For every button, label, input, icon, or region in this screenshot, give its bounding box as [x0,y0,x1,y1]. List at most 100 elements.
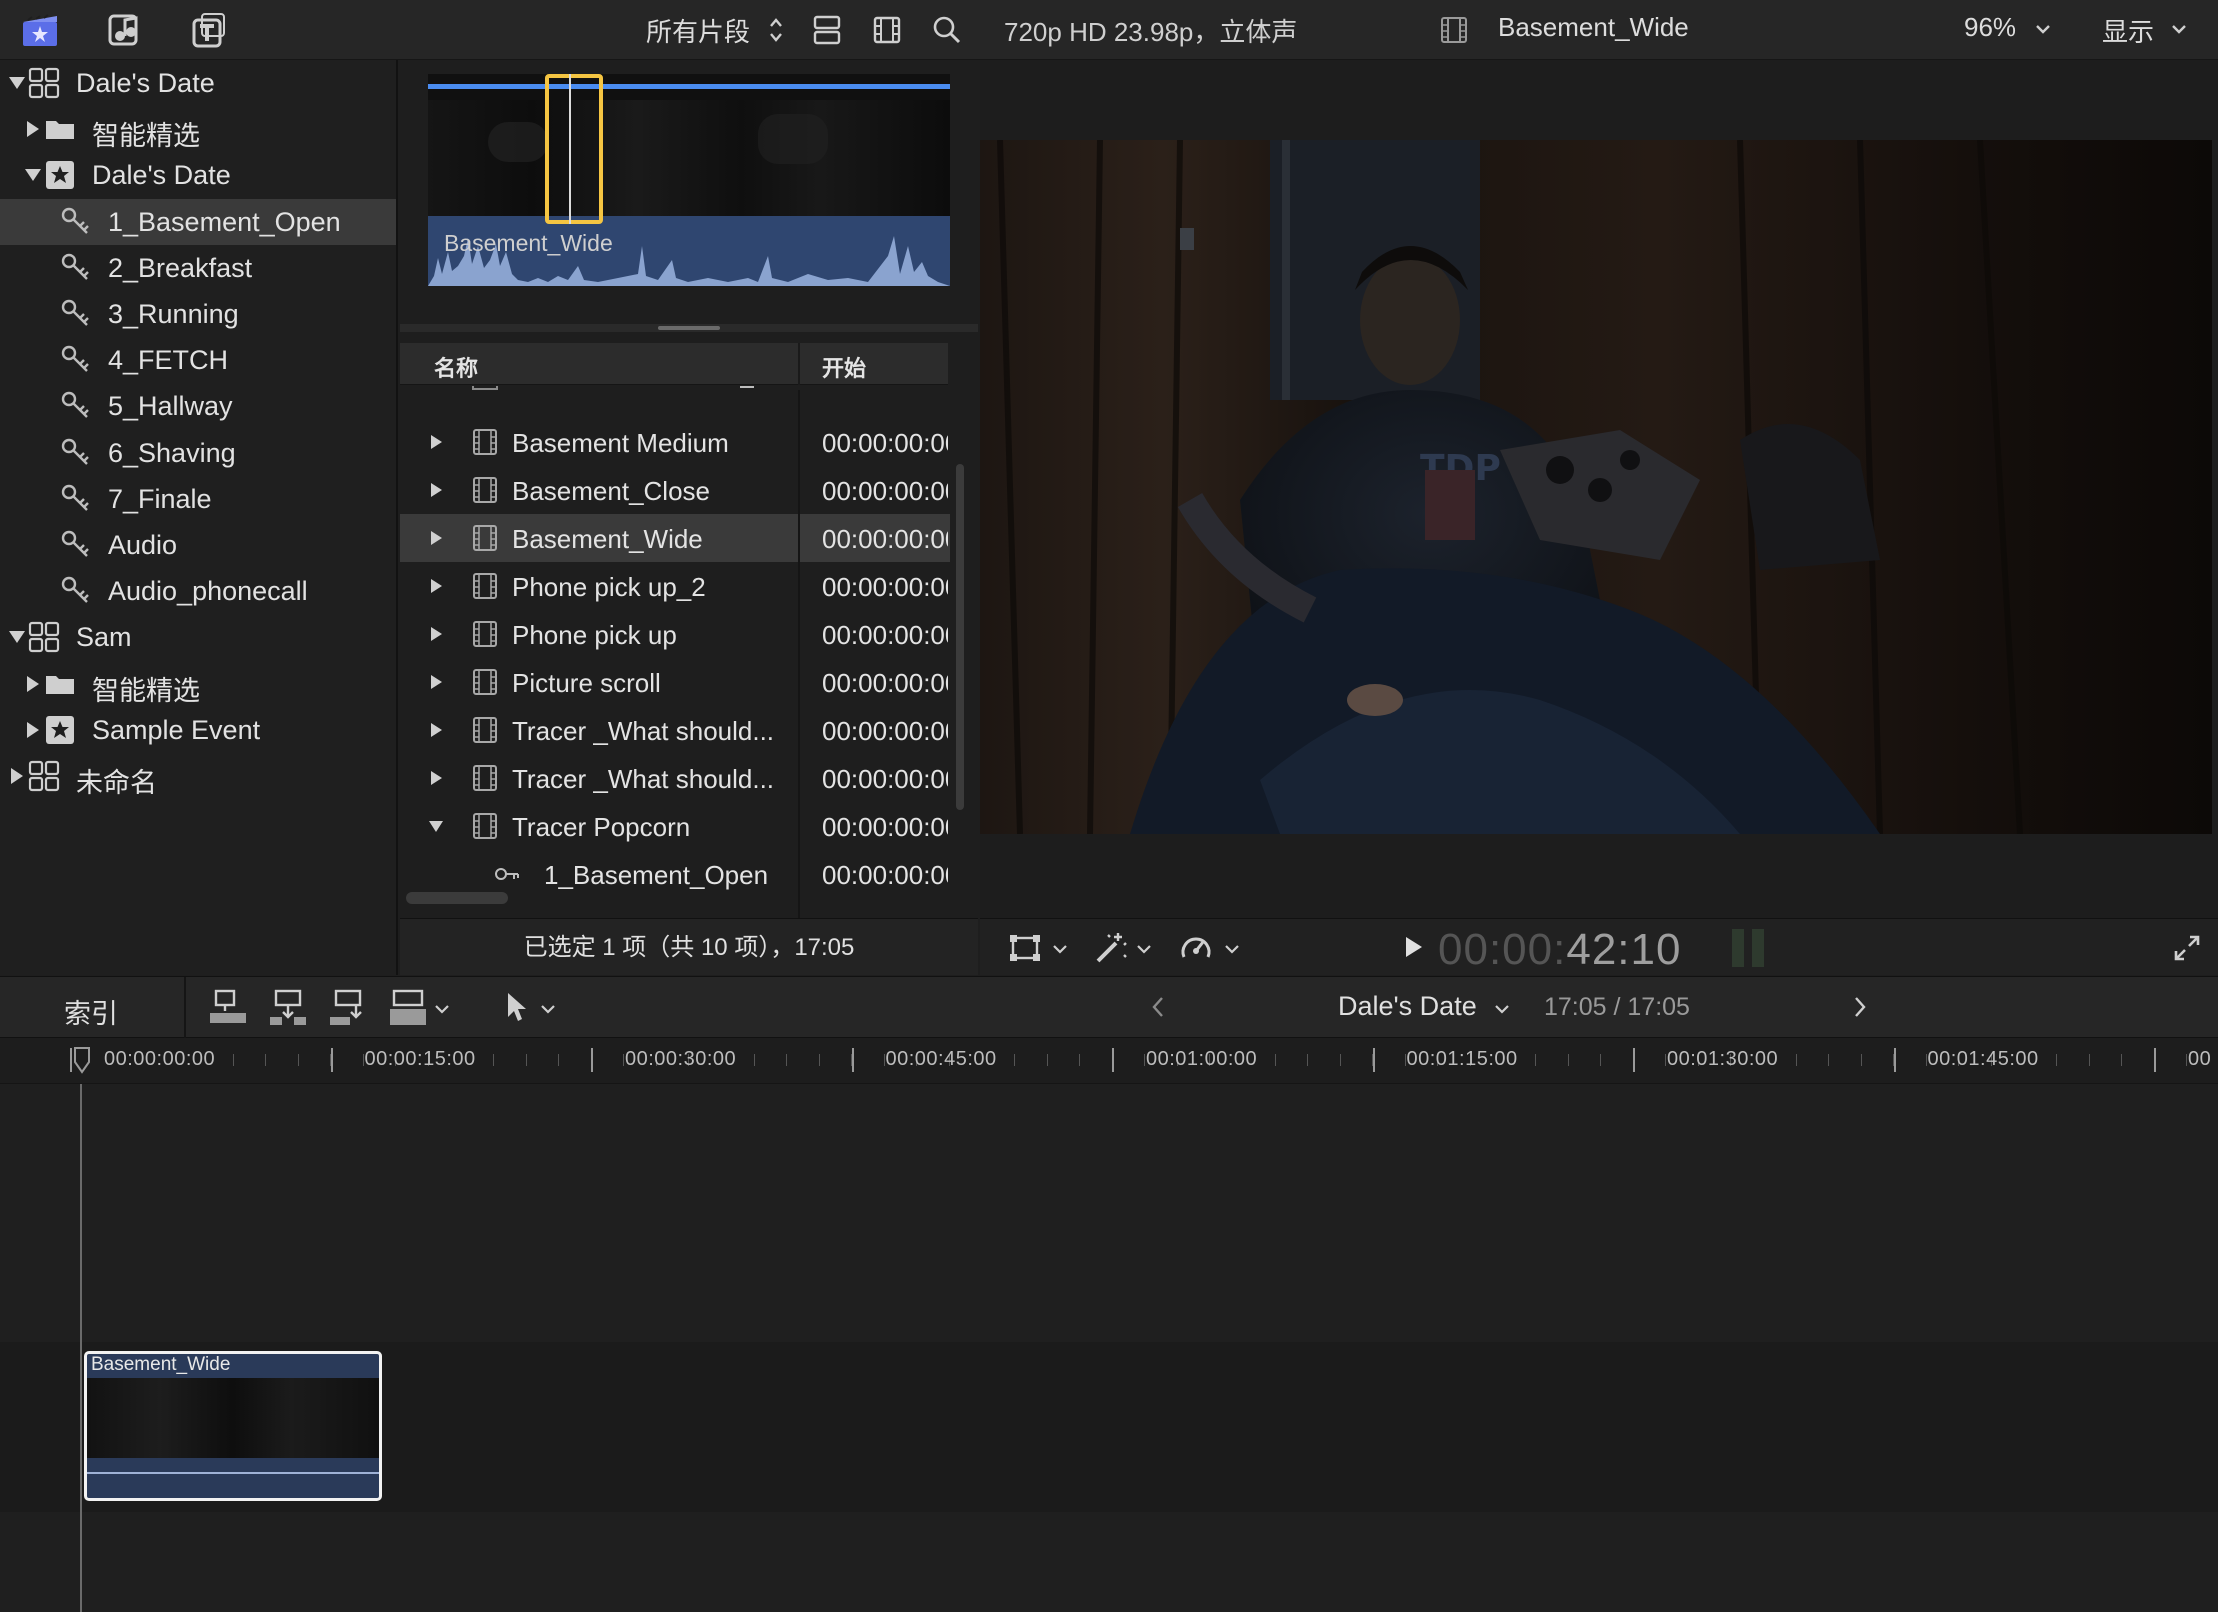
search-icon[interactable] [932,14,962,46]
clip-row[interactable]: Basement Medium 00:00:00:00 [400,418,950,466]
sidebar-item-label: 未命名 [76,768,157,798]
sidebar-item[interactable]: 3_Running [0,291,396,337]
clip-filter-menu[interactable]: 所有片段 [646,12,750,49]
clip-row[interactable]: Basement_Close 00:00:00:00 [400,466,950,514]
disclosure-right-icon[interactable] [428,674,444,690]
chevron-down-icon[interactable] [1136,943,1152,955]
timecode-hours-minutes: 00:00: [1438,925,1567,974]
sidebar-item[interactable]: Audio_phonecall [0,568,396,614]
ruler-minor-tick [1014,1054,1016,1066]
select-tool-icon[interactable] [504,991,528,1025]
sidebar-item[interactable]: 2_Breakfast [0,245,396,291]
clip-appearance-icon[interactable] [812,14,842,46]
transform-icon[interactable] [1008,933,1042,963]
sidebar-item-label: 6_Shaving [108,437,236,468]
disclosure-right-icon[interactable] [24,675,42,693]
sidebar-item-label: Dale's Date [76,68,215,98]
disclosure-right-icon[interactable] [428,530,444,546]
chevron-down-icon[interactable] [1052,943,1068,955]
video-frame[interactable]: TDP [980,140,2212,834]
ruler-minor-tick [2121,1054,2123,1066]
clip-start: 00:00:00:00 [822,668,948,698]
speed-gauge-icon[interactable] [1178,931,1214,965]
timeline-area[interactable]: Basement_Wide [0,1084,2218,1612]
horizontal-scrollbar[interactable] [406,892,508,904]
sidebar-item[interactable]: 1_Basement_Open [0,198,396,245]
clip-row[interactable]: Tracer Popcorn 00:00:00:00 [400,802,950,850]
disclosure-right-icon[interactable] [428,626,444,642]
sidebar-item-label: 1_Basement_Open [108,206,341,237]
disclosure-down-icon[interactable] [24,166,42,184]
disclosure-right-icon[interactable] [428,770,444,786]
sidebar-item[interactable]: 未命名 [0,753,396,799]
clip-start: 00:00:00:00 [822,620,948,650]
project-name[interactable]: Dale's Date [1338,991,1477,1022]
disclosure-right-icon[interactable] [428,482,444,498]
timeline-clip[interactable]: Basement_Wide [84,1351,382,1501]
clip-row[interactable]: Phone pick up 00:00:00:00 [400,610,950,658]
sidebar-item[interactable]: 5_Hallway [0,383,396,429]
ruler-major-tick [591,1048,593,1072]
append-clip-icon[interactable] [328,989,368,1027]
clip-row[interactable]: Picture scroll 00:00:00:00 [400,658,950,706]
back-chevron-icon[interactable] [1150,995,1166,1019]
disclosure-right-icon[interactable] [428,578,444,594]
sidebar-item-label: Sam [76,622,132,653]
enhance-wand-icon[interactable] [1090,931,1128,965]
disclosure-right-icon[interactable] [24,721,42,739]
titles-generators-icon[interactable] [188,10,228,50]
sidebar-item[interactable]: 智能精选 [0,661,396,707]
display-menu[interactable]: 显示 [2102,12,2154,49]
sidebar-item[interactable]: Dale's Date [0,60,396,106]
forward-chevron-icon[interactable] [1852,995,1868,1019]
clip-start: 00:00:00:00 [822,572,948,602]
clip-row[interactable]: Basement_Wide 00:00:00:00 [400,514,950,562]
index-button[interactable]: 索引 [64,992,118,1031]
vertical-scrollbar[interactable] [956,464,964,810]
sidebar-item[interactable]: Dale's Date [0,152,396,198]
disclosure-right-icon[interactable] [8,767,26,785]
disclosure-down-icon[interactable] [428,818,444,834]
libraries-icon[interactable] [20,10,60,50]
playhead-handle[interactable] [73,1046,91,1074]
chevron-down-icon[interactable] [2170,22,2188,36]
photos-audio-icon[interactable] [104,10,144,50]
overwrite-clip-icon[interactable] [388,989,428,1027]
chevron-down-icon[interactable] [1494,1003,1510,1015]
insert-clip-icon[interactable] [268,989,308,1027]
disclosure-right-icon[interactable] [428,434,444,450]
clip-row[interactable]: 1_Basement_Open 00:00:00:00 [400,850,950,898]
disclosure-right-icon[interactable] [24,120,42,138]
sidebar-item[interactable]: Audio [0,522,396,568]
filmstrip-view-icon[interactable] [872,14,902,46]
sidebar-item[interactable]: 7_Finale [0,476,396,522]
zoom-menu[interactable]: 96% [1964,12,2016,43]
sidebar-item[interactable]: Sam [0,614,396,660]
sidebar-item[interactable]: 6_Shaving [0,430,396,476]
sidebar-item[interactable]: 智能精选 [0,106,396,152]
disclosure-down-icon[interactable] [8,74,26,92]
keyword-icon [494,860,520,888]
chevron-down-icon[interactable] [540,1003,556,1015]
disclosure-down-icon[interactable] [8,628,26,646]
chevron-down-icon[interactable] [434,1003,450,1015]
updown-chevron-icon[interactable] [768,16,784,44]
chevron-down-icon[interactable] [1224,943,1240,955]
clip-name: Basement Medium [512,428,729,458]
sidebar-item[interactable]: 4_FETCH [0,337,396,383]
ruler-minor-tick [2056,1054,2058,1066]
fullscreen-icon[interactable] [2172,933,2202,963]
connect-clip-icon[interactable] [208,989,248,1027]
play-icon[interactable] [1404,935,1424,959]
disclosure-right-icon[interactable] [428,722,444,738]
clip-row[interactable]: Phone pick up_2 00:00:00:00 [400,562,950,610]
timecode-display[interactable]: 00:00:42:10 [1438,925,1681,975]
timeline-ruler[interactable]: 00:00:00:00 00:00:15:00 00:00:30:00 00:00:4… [0,1038,2218,1084]
clip-row[interactable]: Tracer _What should... 00:00:00:00 [400,706,950,754]
clip-row[interactable]: Tracer _What should... 00:00:00:00 [400,754,950,802]
sidebar-item[interactable]: Sample Event [0,707,396,753]
keyword-icon [60,529,92,561]
chevron-down-icon[interactable] [2034,22,2052,36]
ruler-tick-label: 00:01:15:00 [1406,1048,1518,1070]
browser-status: 已选定 1 项（共 10 项），17:05 [400,918,978,975]
